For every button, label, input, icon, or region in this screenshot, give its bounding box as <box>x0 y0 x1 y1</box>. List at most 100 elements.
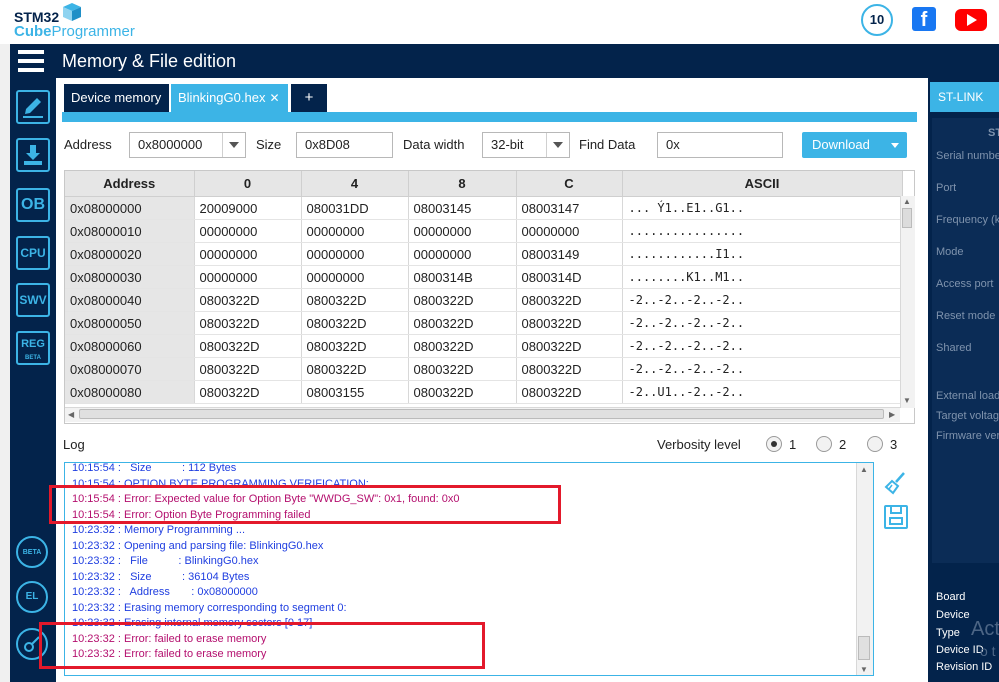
tab-blinkingg0-hex[interactable]: BlinkingG0.hex ✕ <box>171 84 288 112</box>
data-cell[interactable]: 08003149 <box>516 242 623 266</box>
data-cell[interactable]: 00000000 <box>301 219 409 243</box>
data-cell[interactable]: 0800322D <box>516 357 623 381</box>
sidebar-item-reg[interactable]: REG BETA <box>16 331 50 365</box>
scroll-down-icon[interactable]: ▼ <box>860 665 868 674</box>
data-cell[interactable]: 0800314B <box>408 265 517 289</box>
column-header[interactable]: Address <box>65 171 195 197</box>
data-cell[interactable]: 0800314D <box>516 265 623 289</box>
scroll-up-icon[interactable]: ▲ <box>860 465 868 474</box>
table-row[interactable]: 0x08000030 00000000 00000000 0800314B 08… <box>65 265 903 289</box>
table-row[interactable]: 0x08000000 20009000 080031DD 08003145 08… <box>65 196 903 220</box>
chevron-down-icon[interactable] <box>891 143 899 148</box>
address-cell: 0x08000030 <box>65 265 195 289</box>
column-header[interactable]: ASCII <box>622 171 903 197</box>
table-row[interactable]: 0x08000080 0800322D 08003155 0800322D 08… <box>65 380 903 404</box>
column-header[interactable]: 8 <box>408 171 517 197</box>
tab-label: Device memory <box>71 90 162 105</box>
facebook-icon[interactable]: f <box>912 7 936 31</box>
sidebar-item-option-bytes[interactable]: OB <box>16 188 50 222</box>
sidebar-item-external-loader[interactable]: EL <box>16 581 48 613</box>
chevron-down-icon[interactable] <box>546 133 569 157</box>
data-cell[interactable]: 0800322D <box>194 334 302 358</box>
data-cell[interactable]: 08003147 <box>516 196 623 220</box>
data-cell[interactable]: 0800322D <box>194 380 302 404</box>
data-cell[interactable]: 0800322D <box>301 334 409 358</box>
hamburger-menu-icon[interactable] <box>18 50 44 72</box>
find-data-input[interactable]: 0x <box>657 132 783 158</box>
data-cell[interactable]: 0800322D <box>408 288 517 312</box>
data-cell[interactable]: 0800322D <box>301 288 409 312</box>
data-cell[interactable]: 0800322D <box>301 311 409 335</box>
column-header[interactable]: 0 <box>194 171 302 197</box>
save-log-icon[interactable] <box>884 505 908 529</box>
data-cell[interactable]: 0800322D <box>408 357 517 381</box>
type-label: Type <box>936 627 960 639</box>
address-combobox[interactable]: 0x8000000 <box>129 132 246 158</box>
data-cell[interactable]: 0800322D <box>408 380 517 404</box>
data-cell[interactable]: 08003155 <box>301 380 409 404</box>
data-cell[interactable]: 0800322D <box>516 311 623 335</box>
table-row[interactable]: 0x08000040 0800322D 0800322D 0800322D 08… <box>65 288 903 312</box>
chevron-down-icon[interactable] <box>222 133 245 157</box>
table-row[interactable]: 0x08000060 0800322D 0800322D 0800322D 08… <box>65 334 903 358</box>
column-header[interactable]: 4 <box>301 171 409 197</box>
verbosity-radio-1[interactable] <box>766 436 782 452</box>
table-row[interactable]: 0x08000010 00000000 00000000 00000000 00… <box>65 219 903 243</box>
data-cell[interactable]: 08003145 <box>408 196 517 220</box>
verbosity-radio-3[interactable] <box>867 436 883 452</box>
add-tab-button[interactable]: + <box>291 84 327 112</box>
data-cell[interactable]: 0800322D <box>408 311 517 335</box>
background-window-strip <box>0 44 10 682</box>
data-cell[interactable]: 00000000 <box>408 219 517 243</box>
clear-log-broom-icon[interactable] <box>884 471 908 495</box>
beta-label: BETA <box>25 355 41 361</box>
address-value: 0x8000000 <box>138 137 203 152</box>
logo-cubeprogrammer: CubeProgrammer <box>14 23 135 40</box>
data-cell[interactable]: 0800322D <box>516 334 623 358</box>
close-icon[interactable]: ✕ <box>269 91 279 105</box>
data-cell[interactable]: 0800322D <box>194 288 302 312</box>
data-cell[interactable]: 0800322D <box>301 357 409 381</box>
data-cell[interactable]: 0800322D <box>408 334 517 358</box>
scroll-up-icon[interactable]: ▲ <box>903 197 911 206</box>
data-cell[interactable]: 0800322D <box>194 311 302 335</box>
youtube-icon[interactable] <box>955 9 987 31</box>
address-cell: 0x08000070 <box>65 357 195 381</box>
stlink-tab[interactable]: ST-LINK <box>930 82 999 112</box>
scroll-left-icon[interactable]: ◀ <box>68 410 74 419</box>
data-cell[interactable]: 0800322D <box>516 380 623 404</box>
table-row[interactable]: 0x08000070 0800322D 0800322D 0800322D 08… <box>65 357 903 381</box>
anniversary-badge-icon[interactable]: 10 <box>861 4 893 36</box>
size-input[interactable]: 0x8D08 <box>296 132 393 158</box>
access-port-label: Access port <box>936 278 994 290</box>
data-cell[interactable]: 00000000 <box>194 219 302 243</box>
verbosity-radio-2[interactable] <box>816 436 832 452</box>
data-cell[interactable]: 0800322D <box>516 288 623 312</box>
tab-device-memory[interactable]: Device memory <box>64 84 169 112</box>
scroll-down-icon[interactable]: ▼ <box>903 396 911 405</box>
sidebar-item-erasing-programming[interactable] <box>16 90 50 124</box>
data-cell[interactable]: 00000000 <box>516 219 623 243</box>
data-cell[interactable]: 00000000 <box>301 242 409 266</box>
sidebar-item-cpu[interactable]: CPU <box>16 236 50 270</box>
table-vertical-scroll-thumb[interactable] <box>902 208 912 228</box>
sidebar-item-beta[interactable]: BETA <box>16 536 48 568</box>
data-width-select[interactable]: 32-bit <box>482 132 570 158</box>
table-horizontal-scroll-thumb[interactable] <box>79 409 884 419</box>
data-cell[interactable]: 080031DD <box>301 196 409 220</box>
data-cell[interactable]: 20009000 <box>194 196 302 220</box>
table-row[interactable]: 0x08000050 0800322D 0800322D 0800322D 08… <box>65 311 903 335</box>
external-loader-icon: EL <box>25 591 39 602</box>
data-cell[interactable]: 00000000 <box>194 242 302 266</box>
log-scroll-thumb[interactable] <box>858 636 870 660</box>
data-cell[interactable]: 0800322D <box>194 357 302 381</box>
sidebar-item-download[interactable] <box>16 138 50 172</box>
data-cell[interactable]: 00000000 <box>194 265 302 289</box>
sidebar-item-swv[interactable]: SWV <box>16 283 50 317</box>
scroll-right-icon[interactable]: ▶ <box>889 410 895 419</box>
data-cell[interactable]: 00000000 <box>301 265 409 289</box>
download-button[interactable]: Download <box>802 132 907 158</box>
table-row[interactable]: 0x08000020 00000000 00000000 00000000 08… <box>65 242 903 266</box>
column-header[interactable]: C <box>516 171 623 197</box>
data-cell[interactable]: 00000000 <box>408 242 517 266</box>
